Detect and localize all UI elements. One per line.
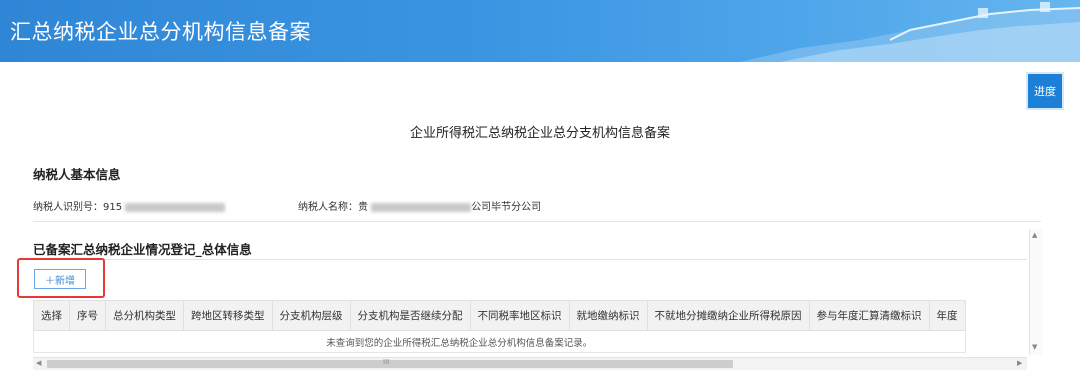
- divider: [33, 221, 1041, 222]
- records-table-container: 选择 序号 总分机构类型 跨地区转移类型 分支机构层级 分支机构是否继续分配 不…: [33, 300, 1027, 356]
- table-row: 未查询到您的企业所得税汇总纳税企业总分机构信息备案记录。: [33, 330, 966, 353]
- records-table: 选择 序号 总分机构类型 跨地区转移类型 分支机构层级 分支机构是否继续分配 不…: [33, 300, 966, 353]
- taxpayer-name-label: 纳税人名称：: [298, 202, 358, 213]
- column-header-local-payment[interactable]: 就地缴纳标识: [568, 300, 648, 331]
- app-title: 汇总纳税企业总分机构信息备案: [10, 20, 311, 44]
- empty-message-text: 未查询到您的企业所得税汇总纳税企业总分机构信息备案记录。: [326, 337, 593, 349]
- progress-button[interactable]: 进度: [1028, 74, 1062, 108]
- empty-message: 未查询到您的企业所得税汇总纳税企业总分机构信息备案记录。: [33, 330, 966, 353]
- column-header-index[interactable]: 序号: [69, 300, 106, 331]
- column-header-tax-rate-region[interactable]: 不同税率地区标识: [469, 300, 570, 331]
- taxpayer-id-label: 纳税人识别号：: [33, 202, 103, 213]
- taxpayer-id-field: 纳税人识别号：915: [33, 198, 226, 213]
- table-header-row: 选择 序号 总分机构类型 跨地区转移类型 分支机构层级 分支机构是否继续分配 不…: [33, 300, 966, 331]
- column-header-branch-level[interactable]: 分支机构层级: [271, 300, 351, 331]
- taxpayer-id-value: 915: [103, 202, 123, 213]
- column-header-annual-settlement[interactable]: 参与年度汇算清缴标识: [808, 300, 930, 331]
- scroll-left-icon[interactable]: ◀: [36, 359, 41, 367]
- scroll-down-icon[interactable]: ▼: [1032, 343, 1037, 351]
- scroll-thumb-grip: III: [383, 358, 390, 366]
- great-wall-graphic: [740, 2, 1080, 62]
- header-banner: 汇总纳税企业总分机构信息备案: [0, 0, 1080, 62]
- taxpayer-name-suffix: 公司毕节分公司: [471, 202, 542, 213]
- column-header-transfer-type[interactable]: 跨地区转移类型: [183, 300, 273, 331]
- taxpayer-name-field: 纳税人名称：贵 公司毕节分公司: [298, 198, 541, 213]
- horizontal-scrollbar[interactable]: ◀ III ▶: [33, 357, 1027, 370]
- taxpayer-name-prefix: 贵: [358, 202, 368, 213]
- column-header-continue-allocation[interactable]: 分支机构是否继续分配: [349, 300, 471, 331]
- vertical-scrollbar[interactable]: ▲ ▼: [1029, 229, 1042, 355]
- page-title: 企业所得税汇总纳税企业总分支机构信息备案: [409, 126, 670, 141]
- divider: [33, 259, 1027, 260]
- column-header-non-local-reason[interactable]: 不就地分摊缴纳企业所得税原因: [646, 300, 810, 331]
- column-header-org-type[interactable]: 总分机构类型: [105, 300, 184, 331]
- column-header-select[interactable]: 选择: [33, 300, 70, 331]
- redacted-name: [371, 202, 472, 212]
- redacted-id: [125, 202, 226, 212]
- column-header-year[interactable]: 年度: [928, 300, 966, 331]
- scroll-thumb[interactable]: III: [47, 358, 733, 368]
- scroll-right-icon[interactable]: ▶: [1017, 359, 1022, 367]
- basic-info-title: 纳税人基本信息: [33, 167, 121, 182]
- highlight-box: [17, 258, 105, 298]
- scroll-up-icon[interactable]: ▲: [1032, 231, 1037, 239]
- registered-section-title: 已备案汇总纳税企业情况登记_总体信息: [33, 242, 252, 257]
